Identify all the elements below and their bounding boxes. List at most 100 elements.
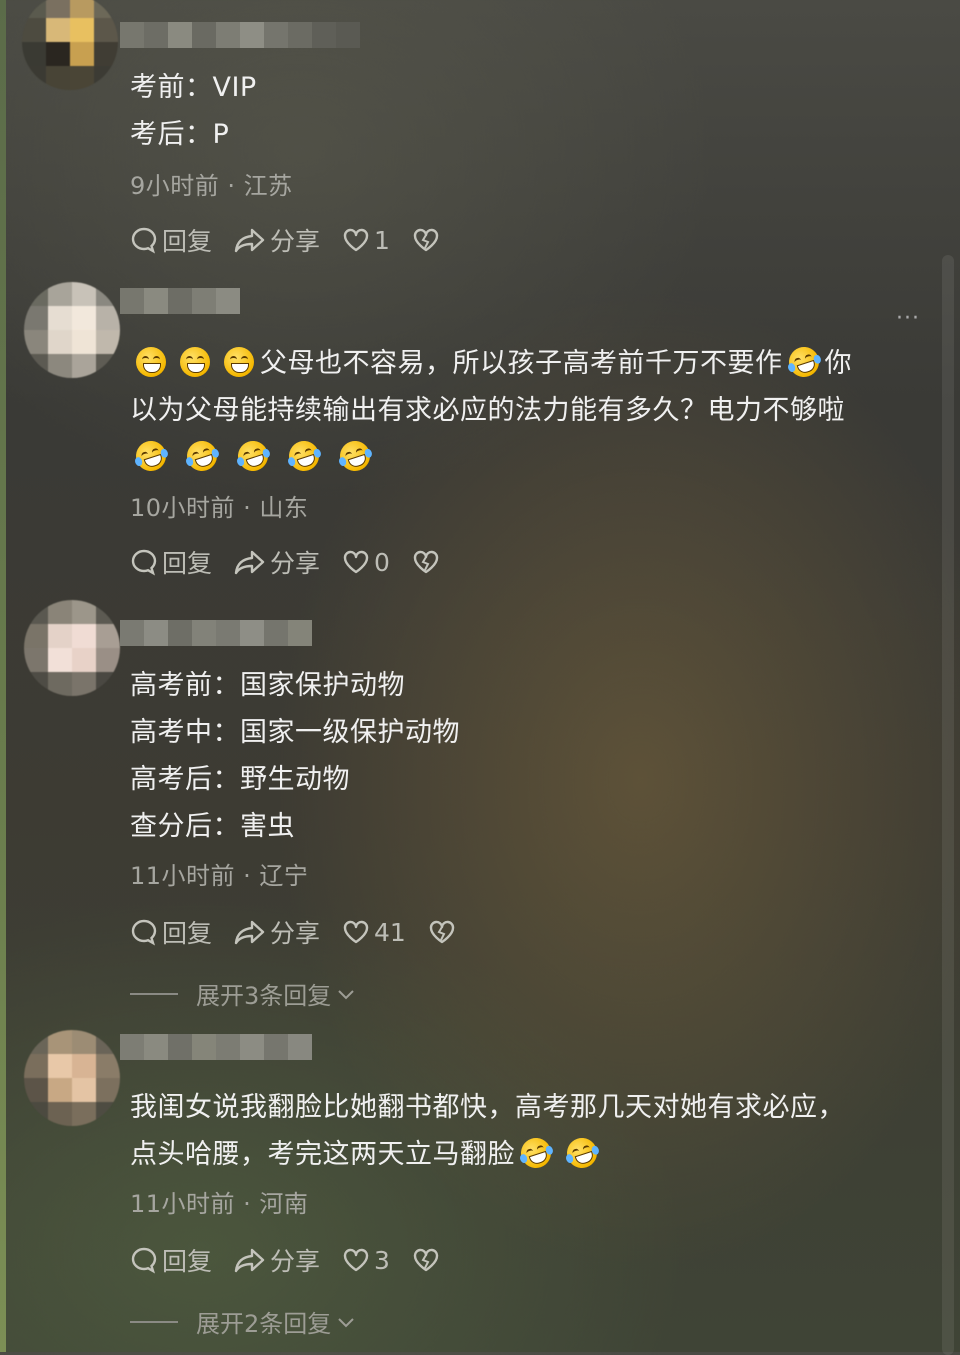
like-button[interactable]: 1	[342, 226, 390, 255]
comment-segment: 点头哈腰，考完这两天立马翻脸	[130, 1139, 515, 1170]
reply-button[interactable]: 回复	[130, 222, 212, 258]
reply-button[interactable]: 回复	[130, 1242, 212, 1278]
dislike-button[interactable]	[412, 226, 444, 254]
comment-text: 我闺女说我翻脸比她翻书都快，高考那几天对她有求必应， 点头哈腰，考完这两天立马翻…	[130, 1084, 900, 1178]
broken-heart-icon	[429, 920, 455, 944]
heart-icon	[343, 228, 369, 252]
like-button[interactable]: 41	[342, 918, 406, 947]
rolling-laughing-emoji	[336, 437, 375, 475]
comment-meta: 11小时前 · 辽宁	[130, 862, 309, 890]
like-button[interactable]: 0	[342, 548, 390, 577]
rolling-laughing-emoji	[132, 437, 170, 475]
comment-text: 高考前：国家保护动物 高考中：国家一级保护动物 高考后：野生动物 查分后：害虫	[130, 662, 900, 850]
expand-replies-button[interactable]: 展开3条回复	[130, 976, 357, 1011]
comment-line: 以为父母能持续输出有求必应的法力能有多久？电力不够啦	[130, 395, 845, 426]
comment-actions: 回复 分享 41	[130, 914, 482, 950]
share-arrow-icon	[234, 920, 265, 945]
comment-segment: 父母也不容易，所以孩子高考前千万不要作	[260, 348, 783, 379]
comment-line: 查分后：害虫	[130, 811, 295, 842]
chevron-down-icon	[338, 989, 354, 999]
speech-bubble-icon	[131, 227, 157, 254]
comment-line: 考前：VIP	[130, 72, 257, 103]
divider-dash	[130, 992, 178, 995]
rolling-laughing-emoji	[517, 1134, 555, 1172]
more-options-icon[interactable]: ···	[896, 306, 920, 331]
speech-bubble-icon	[131, 1247, 157, 1274]
reply-button[interactable]: 回复	[130, 544, 212, 580]
share-label: 分享	[270, 549, 321, 578]
comment-meta: 10小时前 · 山东	[130, 494, 309, 522]
reply-label: 回复	[162, 919, 213, 948]
chevron-down-icon	[338, 1317, 354, 1327]
like-count: 3	[374, 1245, 390, 1275]
broken-heart-icon	[413, 228, 439, 252]
share-button[interactable]: 分享	[234, 914, 320, 950]
comment-text: 父母也不容易，所以孩子高考前千万不要作 你 以为父母能持续输出有求必应的法力能有多…	[130, 340, 900, 481]
like-button[interactable]: 3	[342, 1246, 390, 1275]
comment-line: 高考中：国家一级保护动物	[130, 717, 460, 748]
grinning-emoji	[136, 347, 166, 377]
comment-line	[130, 434, 900, 481]
heart-icon	[343, 920, 369, 944]
share-button[interactable]: 分享	[234, 544, 320, 580]
like-count: 1	[374, 225, 390, 255]
grinning-emoji	[180, 347, 210, 377]
comment-actions: 回复 分享 3	[130, 1242, 466, 1278]
share-label: 分享	[270, 227, 321, 256]
speech-bubble-icon	[131, 549, 157, 576]
divider-dash	[130, 1320, 178, 1323]
expand-replies-label: 展开3条回复	[196, 982, 332, 1010]
dislike-button[interactable]	[412, 1246, 444, 1274]
username-redacted[interactable]	[120, 620, 312, 646]
window-edge	[0, 0, 6, 1352]
avatar[interactable]	[24, 282, 120, 378]
share-button[interactable]: 分享	[234, 222, 320, 258]
username-redacted[interactable]	[120, 22, 360, 48]
comment-line: 点头哈腰，考完这两天立马翻脸	[130, 1131, 900, 1178]
reply-label: 回复	[162, 227, 213, 256]
scrollbar[interactable]	[942, 255, 954, 1355]
username-redacted[interactable]	[120, 288, 240, 314]
comment-actions: 回复 分享 1	[130, 222, 466, 258]
heart-icon	[343, 1248, 369, 1272]
broken-heart-icon	[413, 1248, 439, 1272]
reply-button[interactable]: 回复	[130, 914, 212, 950]
expand-replies-button[interactable]: 展开2条回复	[130, 1304, 357, 1339]
share-label: 分享	[270, 1247, 321, 1276]
avatar[interactable]	[22, 0, 118, 90]
comment-meta: 11小时前 · 河南	[130, 1190, 309, 1218]
share-label: 分享	[270, 919, 321, 948]
comment-line: 高考后：野生动物	[130, 764, 350, 795]
broken-heart-icon	[413, 550, 439, 574]
rolling-laughing-emoji	[183, 437, 221, 475]
comment-line: 考后：P	[130, 119, 230, 150]
share-arrow-icon	[234, 228, 265, 253]
share-arrow-icon	[234, 1248, 265, 1273]
expand-replies-label: 展开2条回复	[196, 1310, 332, 1338]
comment-actions: 回复 分享 0	[130, 544, 466, 580]
comment-segment: 你	[824, 348, 852, 379]
share-button[interactable]: 分享	[234, 1242, 320, 1278]
dislike-button[interactable]	[412, 548, 444, 576]
rolling-laughing-emoji	[784, 343, 823, 381]
grinning-emoji	[224, 347, 254, 377]
rolling-laughing-emoji	[563, 1134, 601, 1172]
like-count: 41	[374, 917, 406, 947]
heart-icon	[343, 550, 369, 574]
reply-label: 回复	[162, 549, 213, 578]
comment-meta: 9小时前 · 江苏	[130, 172, 293, 200]
reply-label: 回复	[162, 1247, 213, 1276]
rolling-laughing-emoji	[285, 437, 324, 475]
comment-line: 高考前：国家保护动物	[130, 670, 405, 701]
speech-bubble-icon	[131, 919, 157, 946]
dislike-button[interactable]	[428, 918, 460, 946]
like-count: 0	[374, 547, 390, 577]
share-arrow-icon	[234, 550, 265, 575]
comment-line: 父母也不容易，所以孩子高考前千万不要作 你	[130, 340, 900, 387]
comment-text: 考前：VIP 考后：P	[130, 64, 900, 158]
avatar[interactable]	[24, 1030, 120, 1126]
username-redacted[interactable]	[120, 1034, 312, 1060]
comment-line: 我闺女说我翻脸比她翻书都快，高考那几天对她有求必应，	[130, 1092, 845, 1123]
avatar[interactable]	[24, 600, 120, 696]
rolling-laughing-emoji	[234, 437, 273, 475]
